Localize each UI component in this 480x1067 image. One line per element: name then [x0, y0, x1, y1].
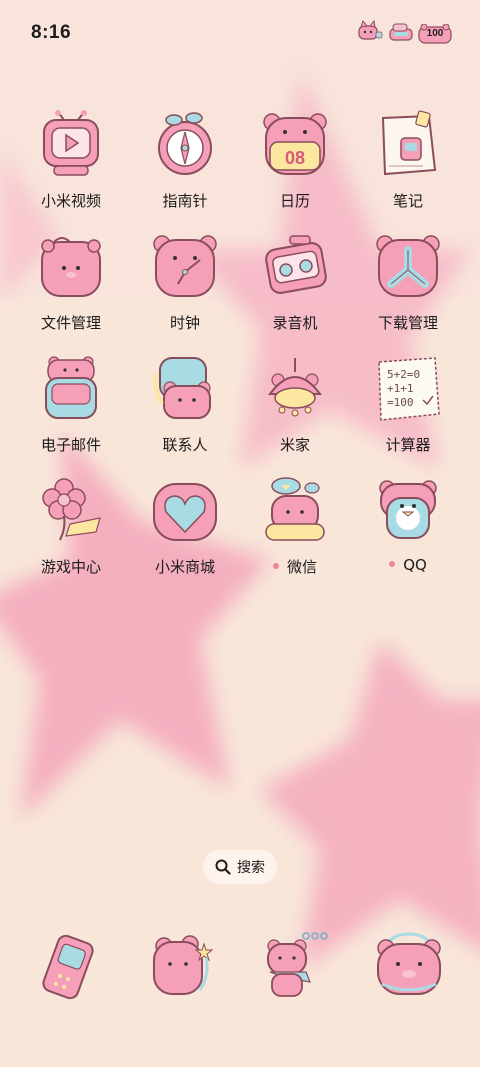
- app-label: 计算器: [385, 436, 431, 454]
- tv-video-icon: [43, 110, 99, 176]
- app-recorder[interactable]: 录音机: [235, 232, 355, 342]
- svg-text:5+2=0: 5+2=0: [387, 368, 420, 381]
- app-mijia[interactable]: 米家: [235, 354, 355, 464]
- app-contacts[interactable]: 联系人: [125, 354, 245, 464]
- app-clock[interactable]: 时钟: [125, 232, 245, 342]
- battery-icon: 100: [418, 24, 452, 44]
- calendar-bear-icon: 08: [263, 113, 327, 175]
- phone-icon[interactable]: [36, 930, 106, 1000]
- dock: [0, 930, 480, 1010]
- qq-penguin-icon: [379, 480, 437, 539]
- app-label: 电子邮件: [40, 436, 101, 454]
- status-bar: 8:16 100: [0, 0, 480, 64]
- clock-bear-icon: [153, 235, 217, 297]
- battery-level: 100: [426, 28, 444, 39]
- new-indicator-dot: [389, 560, 396, 567]
- app-label: 文件管理: [40, 314, 101, 332]
- app-label-text: QQ: [403, 556, 427, 574]
- search-pill[interactable]: 搜索: [203, 850, 277, 884]
- heart-shop-icon: [153, 483, 217, 541]
- mail-bear-icon: [45, 356, 97, 419]
- app-label: 日历: [279, 192, 310, 210]
- app-download-manager[interactable]: 下载管理: [348, 232, 468, 342]
- app-label: 时钟: [169, 314, 200, 332]
- download-bear-icon: [376, 235, 440, 297]
- search-label: 搜索: [237, 860, 265, 876]
- app-calculator[interactable]: 5+2=0 +1+1 =100 计算器: [348, 354, 468, 464]
- wechat-bear-icon: [265, 477, 325, 541]
- folder-bear-icon: [41, 237, 101, 297]
- camera-bear-icon[interactable]: [374, 930, 444, 1000]
- app-label: QQ: [348, 556, 468, 574]
- recorder-icon: [265, 235, 327, 294]
- compass-icon: [158, 112, 212, 175]
- svg-text:+1+1: +1+1: [387, 382, 414, 395]
- svg-text:08: 08: [285, 148, 305, 168]
- contacts-bear-icon: [153, 357, 211, 419]
- app-label: 小米商城: [154, 558, 215, 576]
- app-calendar[interactable]: 08 日历: [235, 110, 355, 220]
- app-label: 小米视频: [40, 192, 101, 210]
- game-flower-icon: [42, 478, 101, 541]
- notes-icon: [381, 110, 437, 176]
- app-mi-store[interactable]: 小米商城: [125, 476, 245, 586]
- app-label: 微信: [235, 556, 355, 577]
- app-notes[interactable]: 笔记: [348, 110, 468, 220]
- app-qq[interactable]: QQ: [348, 476, 468, 586]
- app-label-text: 微信: [286, 558, 317, 576]
- app-label: 米家: [279, 436, 310, 454]
- bear-sticker-icon: [388, 20, 414, 48]
- app-label: 录音机: [272, 314, 318, 332]
- app-wechat[interactable]: 微信: [235, 476, 355, 586]
- status-icons: 100: [356, 19, 452, 48]
- app-file-manager[interactable]: 文件管理: [11, 232, 131, 342]
- calculator-icon: 5+2=0 +1+1 =100: [378, 357, 440, 421]
- app-game-center[interactable]: 游戏中心: [11, 476, 131, 586]
- app-label: 指南针: [162, 192, 208, 210]
- app-email[interactable]: 电子邮件: [11, 354, 131, 464]
- app-label: 下载管理: [377, 314, 438, 332]
- search-icon: [215, 859, 231, 875]
- cat-sticker-icon: [356, 19, 384, 48]
- app-compass[interactable]: 指南针: [125, 110, 245, 220]
- mijia-icon: [268, 358, 322, 417]
- messages-bear-icon[interactable]: [148, 930, 218, 1000]
- app-mi-video[interactable]: 小米视频: [11, 110, 131, 220]
- status-time: 8:16: [31, 22, 72, 43]
- app-label: 笔记: [392, 192, 423, 210]
- new-indicator-dot: [272, 562, 279, 569]
- browser-bear-icon[interactable]: [260, 930, 330, 1000]
- app-label: 联系人: [162, 436, 208, 454]
- svg-text:=100: =100: [387, 396, 414, 409]
- app-label: 游戏中心: [40, 558, 101, 576]
